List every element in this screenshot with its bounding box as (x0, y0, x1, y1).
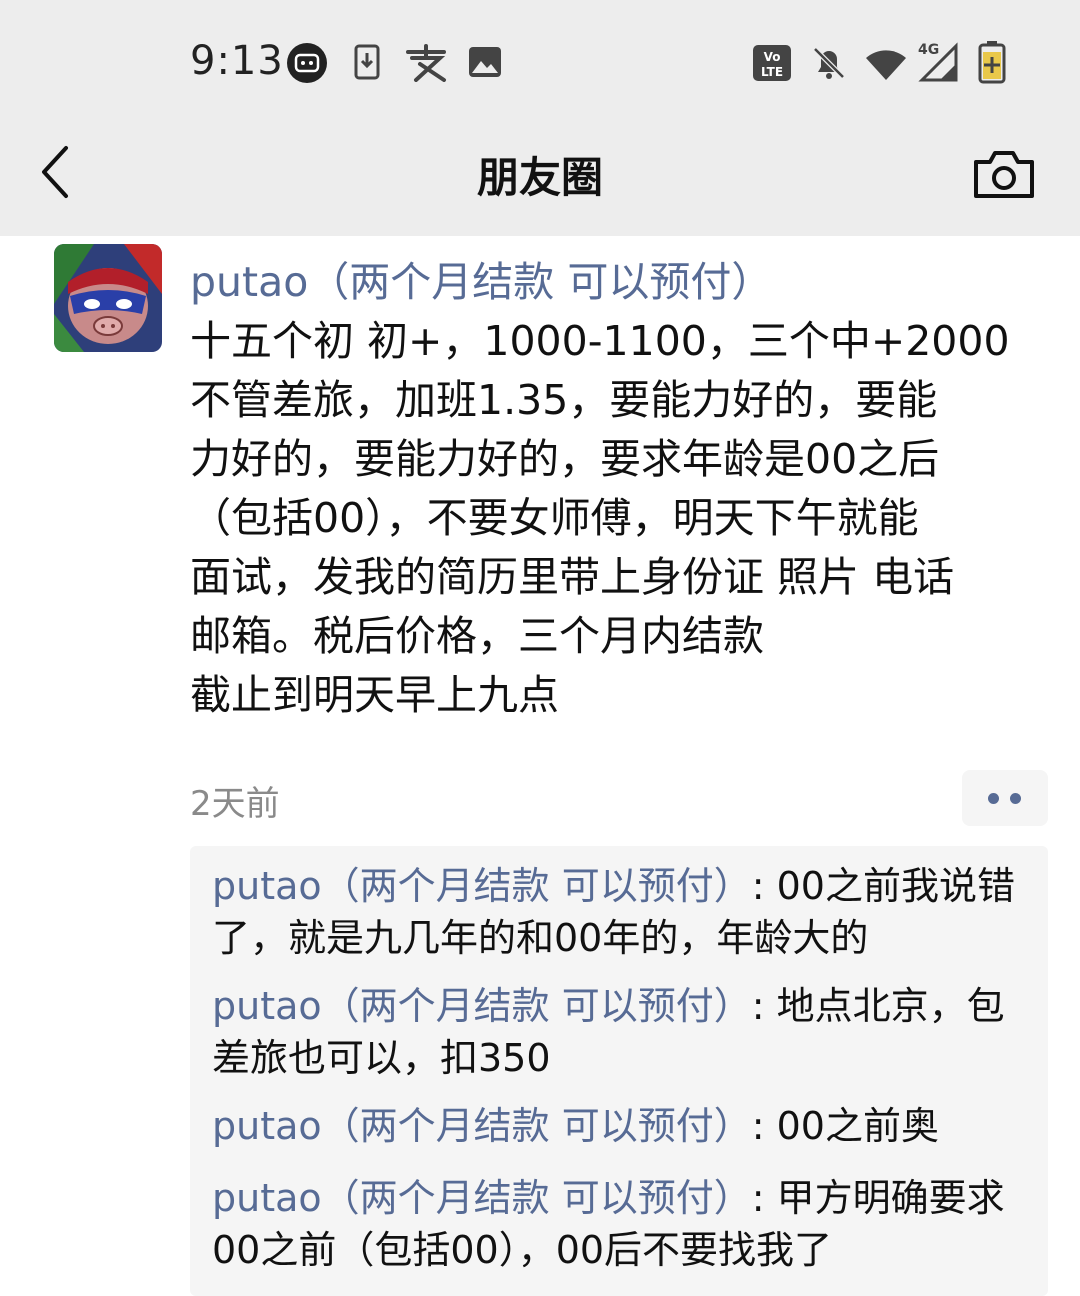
comment-author[interactable]: putao（两个月结款 可以预付） (212, 1176, 752, 1220)
app-notification-icon (287, 43, 327, 83)
post-line: 截止到明天早上九点 (190, 671, 559, 719)
comment-author[interactable]: putao（两个月结款 可以预付） (212, 984, 752, 1028)
post-line: （包括00），不要女师傅，明天下午就能 (190, 494, 919, 542)
image-icon (469, 47, 501, 77)
battery-icon (978, 41, 1006, 84)
more-dots-icon (1010, 793, 1021, 804)
alipay-icon (406, 44, 446, 82)
top-nav-bar: 朋友圈 (0, 118, 1080, 236)
comment-item[interactable]: putao（两个月结款 可以预付）: 00之前奥 (212, 1100, 1030, 1152)
download-icon (354, 44, 380, 80)
post-body: 十五个初 初+，1000-1100，三个中+2000 不管差旅，加班1.35，要能… (190, 312, 1050, 725)
post-timestamp: 2天前 (190, 784, 280, 824)
comment-item[interactable]: putao（两个月结款 可以预付）: 甲方明确要求00之前（包括00），00后不… (212, 1172, 1030, 1276)
mute-icon (813, 47, 845, 79)
signal-4g-icon: 4G (918, 42, 958, 82)
svg-text:LTE: LTE (761, 65, 783, 79)
svg-text:4G: 4G (918, 42, 939, 58)
more-dots-icon (988, 793, 999, 804)
camera-icon[interactable] (972, 148, 1036, 200)
post-line: 邮箱。税后价格，三个月内结款 (190, 612, 764, 660)
status-time: 9:13 (190, 38, 284, 84)
avatar[interactable] (54, 244, 162, 352)
comment-text: : 00之前奥 (751, 1104, 939, 1148)
comment-author[interactable]: putao（两个月结款 可以预付） (212, 864, 752, 908)
status-bar: 9:13 Vo LTE 4G (0, 0, 1080, 118)
post-author-name[interactable]: putao（两个月结款 可以预付） (190, 248, 772, 308)
post-line: 不管差旅，加班1.35，要能力好的，要能 (190, 376, 938, 424)
comment-item[interactable]: putao（两个月结款 可以预付）: 地点北京，包差旅也可以，扣350 (212, 980, 1030, 1084)
page-title: 朋友圈 (476, 153, 603, 202)
post-line: 力好的，要能力好的，要求年龄是00之后 (190, 435, 940, 483)
comment-author[interactable]: putao（两个月结款 可以预付） (212, 1104, 752, 1148)
svg-text:Vo: Vo (764, 50, 781, 64)
volte-icon: Vo LTE (753, 45, 791, 81)
avatar-image (54, 244, 162, 352)
more-actions-button[interactable] (962, 770, 1048, 826)
comment-item[interactable]: putao（两个月结款 可以预付）: 00之前我说错了，就是九几年的和00年的，… (212, 860, 1030, 964)
post-line: 面试，发我的简历里带上身份证 照片 电话 (190, 553, 955, 601)
post-line: 十五个初 初+，1000-1100，三个中+2000 (190, 317, 1010, 365)
wifi-icon (866, 50, 906, 80)
comment-list: putao（两个月结款 可以预付）: 00之前我说错了，就是九几年的和00年的，… (190, 846, 1048, 1296)
